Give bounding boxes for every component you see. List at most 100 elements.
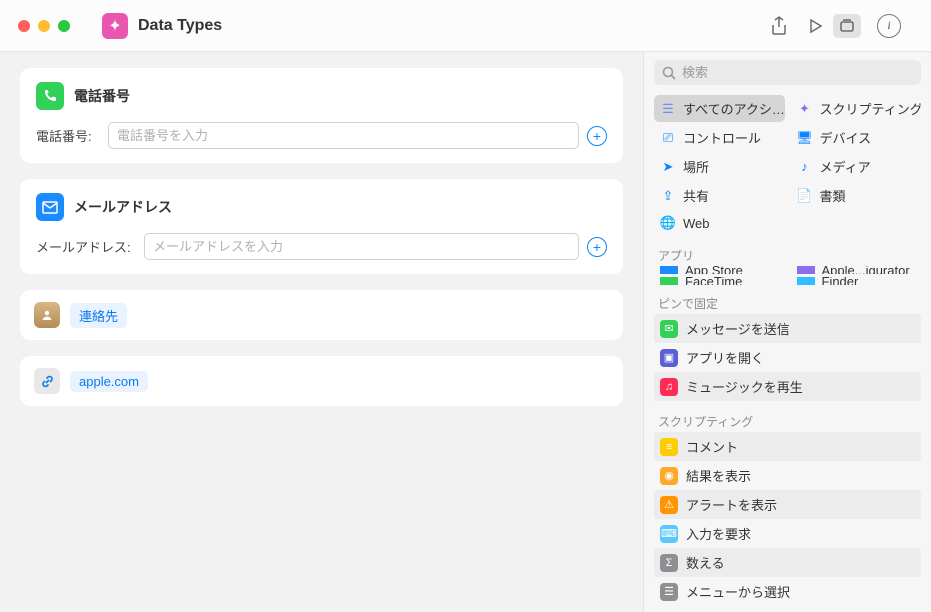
action-icon: ☰ [660, 583, 678, 601]
action-label: メッセージを送信 [686, 319, 790, 338]
category-icon: 📄 [797, 188, 813, 204]
category-icon: 🌐 [660, 215, 676, 231]
play-icon [808, 18, 823, 34]
action-list-item[interactable]: ⚠ アラートを表示 [654, 490, 921, 519]
category-label: コントロール [683, 128, 761, 147]
category-icon: ☰ [660, 101, 676, 117]
category-label: 共有 [683, 186, 709, 205]
phone-action-card: 電話番号 電話番号: + [20, 68, 623, 163]
window-title: Data Types [138, 17, 222, 35]
app-item[interactable]: Finder [791, 277, 922, 285]
category-label: 場所 [683, 157, 709, 176]
action-list-item[interactable]: ≡ コメント [654, 432, 921, 461]
app-item[interactable]: FaceTime [654, 277, 785, 285]
library-icon [839, 18, 855, 33]
traffic-lights [18, 20, 70, 32]
add-phone-button[interactable]: + [587, 126, 607, 146]
action-label: アプリを開く [686, 348, 764, 367]
phone-action-title: 電話番号 [74, 86, 130, 106]
action-label: メニューから選択 [686, 582, 790, 601]
phone-icon [36, 82, 64, 110]
app-item[interactable]: Apple...igurator [791, 266, 922, 274]
pinned-section-label: ピンで固定 [644, 289, 931, 314]
action-icon: ≡ [660, 438, 678, 456]
titlebar: ✦ Data Types i [0, 0, 931, 52]
apps-section-label: アプリ [644, 241, 931, 266]
category-label: すべてのアクシ… [683, 99, 785, 118]
app-label: Apple...igurator [822, 266, 910, 274]
action-icon: ♫ [660, 378, 678, 396]
app-item[interactable]: App Store [654, 266, 785, 274]
action-list-item[interactable]: ⌨入力を要求 [654, 519, 921, 548]
category-label: 書類 [820, 186, 846, 205]
pinned-list: ✉ メッセージを送信 ▣ アプリを開く ♫ミュージックを再生 [644, 314, 931, 407]
category-label: デバイス [820, 128, 872, 147]
add-mail-button[interactable]: + [587, 237, 607, 257]
app-icon [797, 277, 815, 285]
phone-number-input[interactable] [108, 122, 579, 149]
action-list-item[interactable]: ♫ミュージックを再生 [654, 372, 921, 401]
app-icon [797, 266, 815, 274]
share-icon [770, 16, 788, 36]
category-item[interactable]: ♪ メディア [791, 153, 922, 180]
action-list-item[interactable]: ◉結果を表示 [654, 461, 921, 490]
action-list-item[interactable]: ▣ アプリを開く [654, 343, 921, 372]
minimize-button[interactable] [38, 20, 50, 32]
action-label: 結果を表示 [686, 466, 751, 485]
app-icon [660, 277, 678, 285]
category-label: メディア [820, 157, 871, 176]
category-icon: ⇪ [660, 188, 676, 204]
search-input[interactable] [682, 65, 913, 80]
apps-grid: App Store Apple...igurator FaceTime Finder [644, 266, 931, 289]
url-chip[interactable]: apple.com [70, 371, 148, 392]
category-item[interactable]: ☰ すべてのアクシ… [654, 95, 785, 122]
info-button[interactable]: i [877, 14, 901, 38]
action-icon: Σ [660, 554, 678, 572]
category-item[interactable]: 📄 書類 [791, 182, 922, 209]
mail-icon [36, 193, 64, 221]
action-label: アラートを表示 [686, 495, 777, 514]
action-icon: ⚠ [660, 496, 678, 514]
run-button[interactable] [797, 12, 833, 40]
category-icon: ♪ [797, 159, 813, 175]
workflow-canvas[interactable]: 電話番号 電話番号: + メールアドレス メールアドレス: + [0, 52, 643, 612]
contact-icon [34, 302, 60, 328]
category-item[interactable]: ⇪ 共有 [654, 182, 785, 209]
action-icon: ▣ [660, 349, 678, 367]
library-toggle[interactable] [833, 14, 861, 38]
category-grid: ☰ すべてのアクシ… ✦ スクリプティング ⎚ コントロール 🖥 デバイス ➤ 場所 ♪ メディア ⇪ 共… [644, 93, 931, 241]
app-label: App Store [685, 266, 743, 274]
mail-action-title: メールアドレス [74, 197, 172, 217]
category-icon: ⎚ [660, 130, 676, 146]
category-icon: 🖥 [797, 130, 813, 146]
category-label: スクリプティング [820, 99, 922, 118]
close-button[interactable] [18, 20, 30, 32]
action-list-item[interactable]: ☰ メニューから選択 [654, 577, 921, 606]
category-item[interactable]: 🌐 Web [654, 211, 785, 235]
contact-chip[interactable]: 連絡先 [70, 303, 127, 328]
category-item[interactable]: 🖥 デバイス [791, 124, 922, 151]
library-sidebar: ☰ すべてのアクシ… ✦ スクリプティング ⎚ コントロール 🖥 デバイス ➤ 場所 ♪ メディア ⇪ 共… [643, 52, 931, 612]
action-label: コメント [686, 437, 738, 456]
category-label: Web [683, 216, 710, 231]
action-label: 入力を要求 [686, 524, 751, 543]
category-item[interactable]: ✦ スクリプティング [791, 95, 922, 122]
action-icon: ✉ [660, 320, 678, 338]
contact-action-card: 連絡先 [20, 290, 623, 340]
category-item[interactable]: ⎚ コントロール [654, 124, 785, 151]
scripting-list: ≡ コメント ◉結果を表示 ⚠ アラートを表示 ⌨入力を要求Σ数える ☰ メニューから選択 [644, 432, 931, 612]
share-button[interactable] [761, 12, 797, 40]
action-list-item[interactable]: Σ数える [654, 548, 921, 577]
maximize-button[interactable] [58, 20, 70, 32]
url-action-card: apple.com [20, 356, 623, 406]
mail-action-card: メールアドレス メールアドレス: + [20, 179, 623, 274]
action-list-item[interactable]: ✉ メッセージを送信 [654, 314, 921, 343]
search-box[interactable] [654, 60, 921, 85]
mail-address-input[interactable] [144, 233, 579, 260]
category-icon: ✦ [797, 101, 813, 117]
category-item[interactable]: ➤ 場所 [654, 153, 785, 180]
category-icon: ➤ [660, 159, 676, 175]
link-icon [34, 368, 60, 394]
search-icon [662, 66, 676, 80]
mail-field-label: メールアドレス: [36, 237, 136, 256]
